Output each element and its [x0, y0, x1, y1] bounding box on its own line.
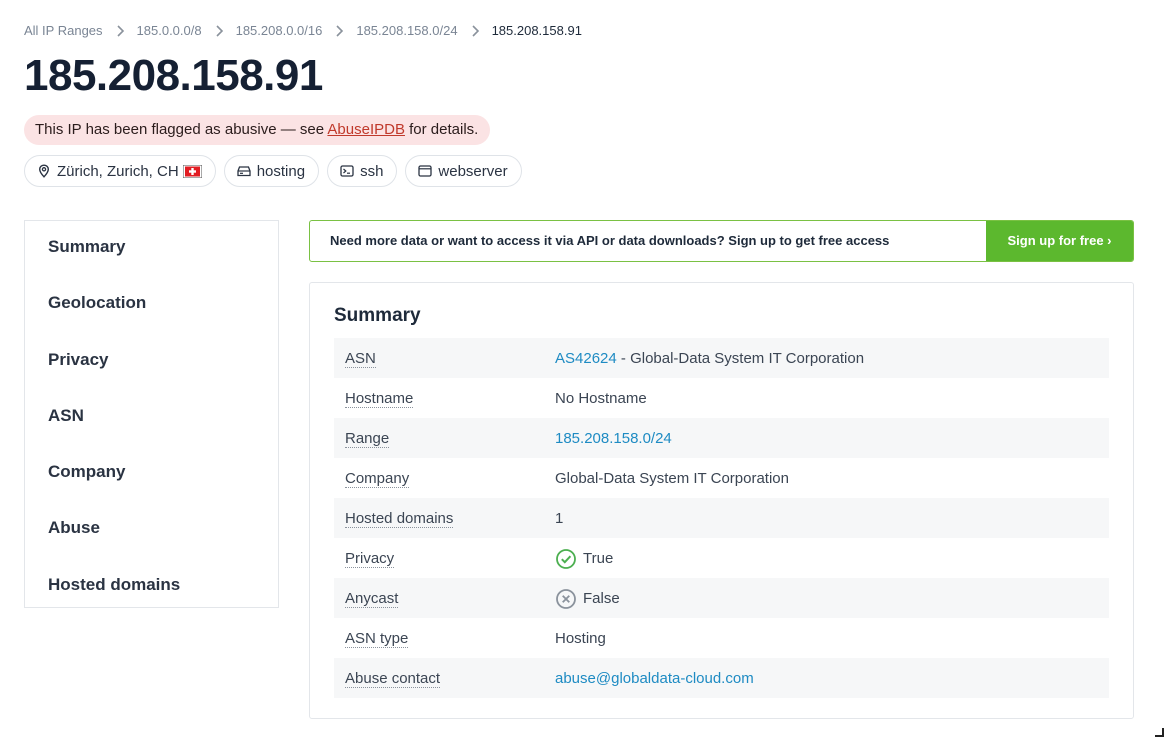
chevron-right-icon [331, 24, 349, 38]
anycast-key: Anycast [345, 589, 399, 608]
sidebar-item-geolocation[interactable]: Geolocation [48, 293, 146, 313]
webserver-label: webserver [438, 162, 508, 180]
company-key: Company [345, 469, 410, 488]
asn-org: - Global-Data System IT Corporation [616, 349, 865, 367]
server-icon [237, 164, 251, 178]
sidebar-item-hosted-domains[interactable]: Hosted domains [48, 575, 180, 595]
breadcrumb-current: 185.208.158.91 [491, 23, 582, 38]
asn-type-value: Hosting [555, 629, 606, 647]
webserver-tag[interactable]: webserver [405, 155, 522, 187]
table-row: Company Global-Data System IT Corporatio… [334, 458, 1109, 498]
table-row: ASN AS42624 - Global-Data System IT Corp… [334, 338, 1109, 378]
anycast-value: False [583, 589, 620, 607]
section-nav: Summary Geolocation Privacy ASN Company … [24, 220, 279, 608]
page-title: 185.208.158.91 [24, 51, 323, 100]
chevron-right-icon [467, 24, 485, 38]
summary-card: Summary ASN AS42624 - Global-Data System… [309, 282, 1134, 719]
abuse-banner-suffix: for details. [404, 121, 479, 138]
resize-handle-icon[interactable] [1155, 725, 1165, 737]
summary-heading: Summary [334, 305, 421, 326]
ssh-label: ssh [360, 162, 384, 180]
summary-table: ASN AS42624 - Global-Data System IT Corp… [334, 338, 1109, 698]
chevron-right-icon [112, 24, 130, 38]
asn-key: ASN [345, 349, 376, 368]
table-row: Privacy True [334, 538, 1109, 578]
signup-button[interactable]: Sign up for free › [986, 221, 1133, 261]
breadcrumb-slash24[interactable]: 185.208.158.0/24 [356, 23, 457, 38]
company-value: Global-Data System IT Corporation [555, 469, 789, 487]
sidebar-item-asn[interactable]: ASN [48, 406, 84, 426]
asn-link[interactable]: AS42624 [555, 350, 617, 367]
sidebar-item-company[interactable]: Company [48, 462, 125, 482]
location-label: Zürich, Zurich, CH [57, 162, 179, 180]
abuse-banner-prefix: This IP has been flagged as abusive — se… [35, 121, 328, 138]
abuse-banner: This IP has been flagged as abusive — se… [24, 115, 491, 145]
abuse-contact-key: Abuse contact [345, 669, 441, 688]
table-row: ASN type Hosting [334, 618, 1109, 658]
table-row: Hosted domains 1 [334, 498, 1109, 538]
privacy-value: True [583, 549, 614, 567]
hostname-key: Hostname [345, 389, 414, 408]
swiss-flag-icon [182, 164, 203, 178]
hosting-tag[interactable]: hosting [223, 155, 320, 187]
signup-cta-text: Need more data or want to access it via … [330, 233, 890, 248]
breadcrumb: All IP Ranges 185.0.0.0/8 185.208.0.0/16… [24, 23, 582, 38]
sidebar-item-privacy[interactable]: Privacy [48, 350, 109, 370]
breadcrumb-slash8[interactable]: 185.0.0.0/8 [137, 23, 202, 38]
sidebar-item-summary[interactable]: Summary [48, 237, 125, 257]
hosted-domains-value: 1 [555, 509, 564, 527]
x-circle-icon [555, 587, 577, 609]
range-key: Range [345, 429, 390, 448]
abuse-contact-link[interactable]: abuse@globaldata-cloud.com [555, 670, 754, 687]
breadcrumb-slash16[interactable]: 185.208.0.0/16 [236, 23, 323, 38]
abuseipdb-link[interactable]: AbuseIPDB [327, 121, 405, 138]
hosting-label: hosting [256, 162, 306, 180]
range-link[interactable]: 185.208.158.0/24 [555, 430, 672, 447]
signup-cta: Need more data or want to access it via … [309, 220, 1134, 262]
tag-list: Zürich, Zurich, CH hosting ssh webserver [24, 155, 522, 187]
terminal-icon [340, 164, 354, 178]
hosted-domains-key: Hosted domains [345, 509, 454, 528]
ssh-tag[interactable]: ssh [327, 155, 398, 187]
table-row: Anycast False [334, 578, 1109, 618]
breadcrumb-all-ip-ranges[interactable]: All IP Ranges [24, 23, 103, 38]
check-circle-icon [555, 547, 577, 569]
sidebar-item-abuse[interactable]: Abuse [48, 518, 100, 538]
table-row: Hostname No Hostname [334, 378, 1109, 418]
browser-window-icon [418, 164, 433, 178]
asn-type-key: ASN type [345, 629, 409, 648]
privacy-key: Privacy [345, 549, 395, 568]
location-tag[interactable]: Zürich, Zurich, CH [24, 155, 216, 187]
table-row: Abuse contact abuse@globaldata-cloud.com [334, 658, 1109, 698]
map-pin-icon [37, 164, 51, 178]
hostname-value: No Hostname [555, 389, 647, 407]
chevron-right-icon [211, 24, 229, 38]
table-row: Range 185.208.158.0/24 [334, 418, 1109, 458]
